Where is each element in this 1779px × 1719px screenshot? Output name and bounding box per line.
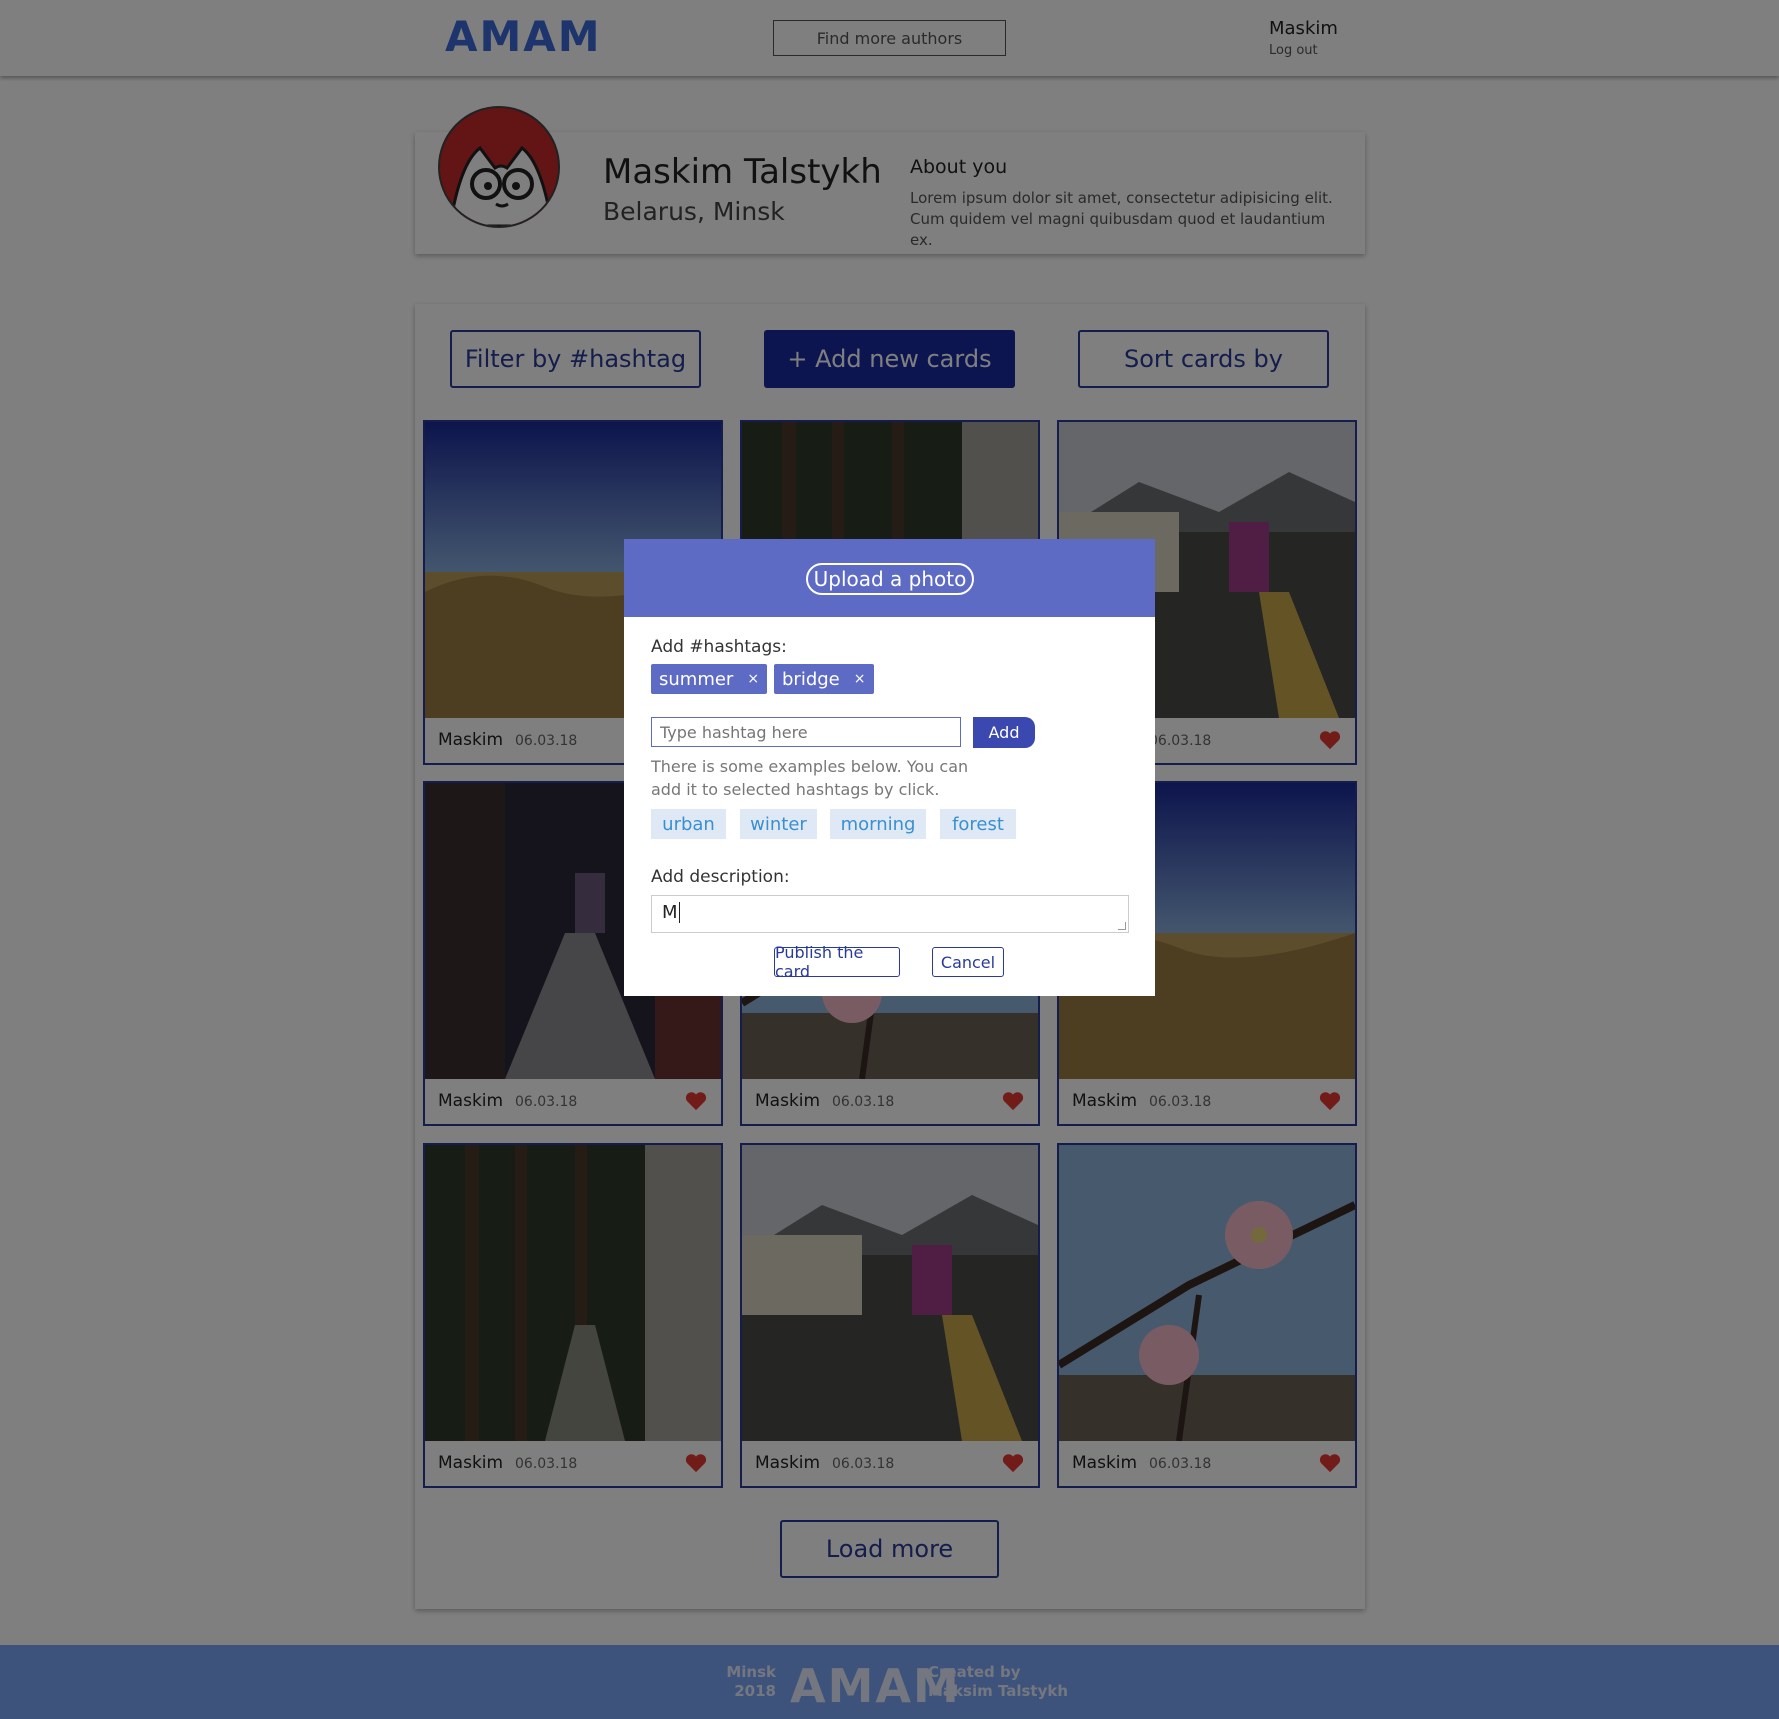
publish-card-button[interactable]: Publish the card <box>774 943 900 981</box>
hashtag-hint: There is some examples below. You can ad… <box>651 757 969 799</box>
cancel-button[interactable]: Cancel <box>932 947 1004 977</box>
suggested-tag-morning[interactable]: morning <box>830 809 926 839</box>
add-hashtag-button[interactable]: Add <box>973 717 1035 748</box>
description-value: M <box>662 902 678 923</box>
selected-tag-label: bridge <box>782 668 840 690</box>
description-textarea[interactable]: M <box>651 895 1129 933</box>
selected-tag: summer × <box>651 664 768 694</box>
remove-tag-icon[interactable]: × <box>854 671 866 687</box>
resize-handle-icon[interactable] <box>1118 922 1126 930</box>
suggested-tag-winter[interactable]: winter <box>740 809 817 839</box>
selected-tag-label: summer <box>659 668 734 690</box>
suggested-tag-urban[interactable]: urban <box>651 809 726 839</box>
text-cursor <box>678 902 686 923</box>
upload-modal: Upload a photo Add #hashtags: summer × b… <box>624 539 1155 996</box>
suggested-tag-forest[interactable]: forest <box>940 809 1016 839</box>
hashtags-label: Add #hashtags: <box>651 637 787 657</box>
modal-header: Upload a photo <box>624 539 1155 617</box>
upload-photo-button[interactable]: Upload a photo <box>806 563 974 595</box>
selected-tag: bridge × <box>774 664 874 694</box>
remove-tag-icon[interactable]: × <box>747 671 759 687</box>
description-label: Add description: <box>651 867 790 887</box>
hashtag-input[interactable] <box>651 717 961 747</box>
